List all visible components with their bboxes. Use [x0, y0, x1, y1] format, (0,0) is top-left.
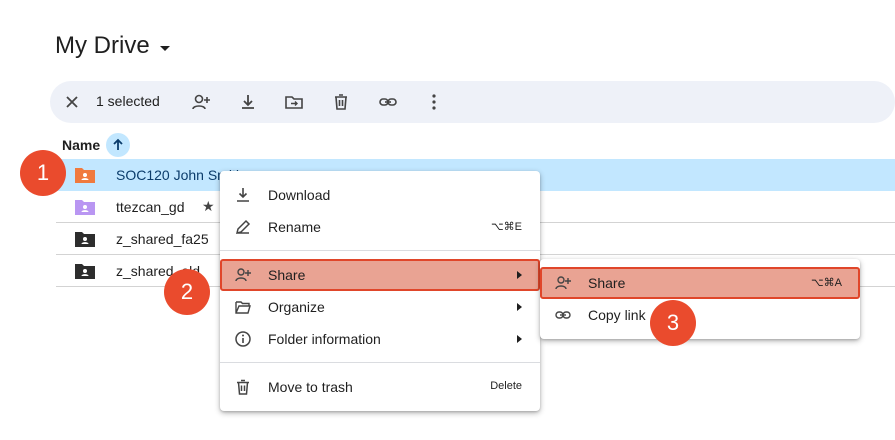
name-column-header[interactable]: Name — [62, 133, 131, 157]
move-icon[interactable] — [283, 91, 305, 113]
info-icon — [235, 331, 251, 347]
step-badge: 2 — [164, 269, 210, 315]
submenu-arrow-icon — [517, 335, 522, 343]
arrow-up-icon — [113, 138, 123, 150]
name-column-label: Name — [62, 137, 101, 153]
star-icon: ★ — [202, 198, 215, 214]
context-menu: Download Rename ⌥⌘E Share Organize Folde… — [220, 171, 540, 411]
share-submenu: Share ⌥⌘A Copy link — [540, 259, 860, 339]
menu-item-label: Organize — [268, 299, 325, 315]
menu-item-label: Rename — [268, 219, 321, 235]
link-icon — [555, 311, 571, 319]
menu-item-label: Share — [268, 267, 306, 283]
submenu-item-share[interactable]: Share ⌥⌘A — [540, 267, 860, 299]
menu-item-organize[interactable]: Organize — [220, 291, 540, 323]
submenu-item-copy-link[interactable]: Copy link — [540, 299, 860, 331]
menu-item-move-to-trash[interactable]: Move to trash Delete — [220, 371, 540, 403]
selected-count: 1 selected — [96, 93, 160, 109]
link-icon[interactable] — [377, 91, 399, 113]
download-icon — [237, 188, 249, 202]
menu-item-label: Folder information — [268, 331, 381, 347]
shared-folder-icon — [75, 264, 95, 279]
share-icon[interactable] — [190, 91, 212, 113]
more-vert-icon[interactable] — [423, 91, 445, 113]
file-name: z_shared_fa25 — [116, 231, 209, 247]
menu-item-rename[interactable]: Rename ⌥⌘E — [220, 211, 540, 243]
trash-icon[interactable] — [330, 91, 352, 113]
menu-item-label: Share — [588, 275, 626, 291]
menu-divider — [220, 362, 540, 363]
page-title[interactable]: My Drive — [55, 32, 170, 60]
shortcut-hint: Delete — [490, 380, 522, 392]
sort-direction-button[interactable] — [106, 133, 131, 157]
shared-folder-icon — [75, 200, 95, 215]
share-icon — [555, 276, 571, 290]
menu-item-download[interactable]: Download — [220, 179, 540, 211]
menu-item-share[interactable]: Share — [220, 259, 540, 291]
shortcut-hint: ⌥⌘E — [490, 221, 522, 233]
menu-item-label: Copy link — [588, 307, 646, 323]
step-badge: 3 — [650, 300, 696, 346]
rename-icon — [235, 219, 251, 235]
caret-down-icon — [159, 45, 170, 51]
trash-icon — [237, 379, 249, 395]
menu-item-label: Download — [268, 187, 331, 203]
page-title-text: My Drive — [55, 32, 150, 59]
step-badge: 1 — [20, 150, 66, 196]
download-icon[interactable] — [237, 91, 259, 113]
close-icon[interactable] — [62, 92, 82, 112]
menu-item-folder-information[interactable]: Folder information — [220, 323, 540, 355]
shared-folder-icon — [75, 232, 95, 247]
menu-item-label: Move to trash — [268, 379, 353, 395]
file-name: ttezcan_gd — [116, 199, 185, 215]
submenu-arrow-icon — [517, 303, 522, 311]
menu-divider — [220, 250, 540, 251]
share-icon — [235, 268, 251, 282]
shortcut-hint: ⌥⌘A — [810, 277, 842, 289]
selection-toolbar: 1 selected — [50, 81, 895, 123]
shared-folder-icon — [75, 168, 95, 183]
folder-open-icon — [235, 301, 251, 314]
submenu-arrow-icon — [517, 271, 522, 279]
